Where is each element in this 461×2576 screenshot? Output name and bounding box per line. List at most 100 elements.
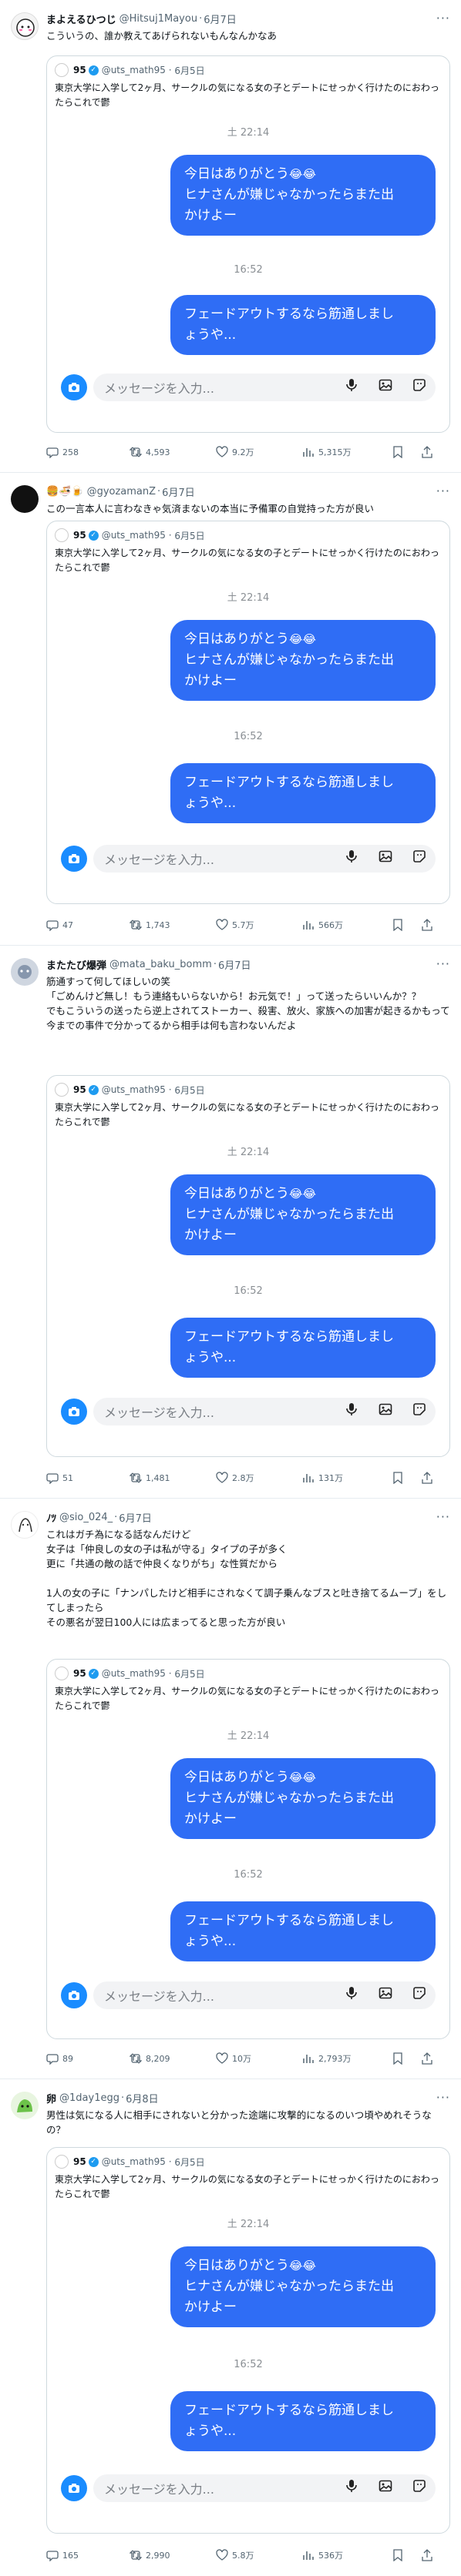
- avatar[interactable]: [11, 12, 39, 40]
- views-button[interactable]: 2,793万: [302, 2052, 385, 2065]
- tweet-text: こういうの、誰か教えてあげられないもんなんかなあ: [46, 30, 278, 42]
- retweet-button[interactable]: 4,593: [130, 446, 216, 458]
- share-icon[interactable]: [421, 1472, 433, 1484]
- tweet[interactable]: まよえるひつじ @Hitsuj1Mayou · 6月7日 ··· こういうの、誰…: [0, 0, 461, 473]
- retweet-count: 8,209: [146, 2053, 170, 2064]
- timeline: まよえるひつじ @Hitsuj1Mayou · 6月7日 ··· こういうの、誰…: [0, 0, 461, 2575]
- avatar[interactable]: [11, 958, 39, 986]
- tweet[interactable]: ﾉﾂ @sio_024_ · 6月7日 ··· これはガチ為になる話なんだけど …: [0, 1499, 461, 2079]
- retweet-button[interactable]: 1,481: [130, 1472, 216, 1484]
- display-name[interactable]: またたび爆弾: [46, 957, 106, 972]
- quoted-display-name: 95: [73, 65, 86, 75]
- avatar[interactable]: [11, 485, 39, 513]
- quoted-tweet[interactable]: 95 ✓ @uts_math95 · 6月5日 東京大学に入学して2ヶ月、サーク…: [46, 2147, 450, 2534]
- share-icon[interactable]: [421, 919, 433, 931]
- chat-timestamp: 16:52: [234, 731, 263, 742]
- reply-icon: [46, 2551, 59, 2561]
- avatar[interactable]: [11, 2092, 39, 2119]
- quoted-text: 東京大学に入学して2ヶ月、サークルの気になる女の子とデートにせっかく行けたのにお…: [55, 1686, 439, 1711]
- reply-count: 258: [62, 447, 79, 457]
- like-button[interactable]: 10万: [216, 2052, 302, 2065]
- share-icon[interactable]: [421, 2052, 433, 2065]
- avatar[interactable]: [11, 1511, 39, 1539]
- bubble-line: ヒナさんが嫌じゃなかったらまた出: [184, 652, 394, 668]
- bubble-line: かけよー: [184, 2300, 237, 2315]
- user-handle[interactable]: @Hitsuj1Mayou: [119, 13, 197, 25]
- quoted-avatar: [55, 2155, 69, 2169]
- like-button[interactable]: 9.2万: [216, 446, 302, 458]
- reply-button[interactable]: 47: [46, 919, 130, 931]
- separator-dot: ·: [213, 958, 217, 970]
- reply-button[interactable]: 165: [46, 2549, 130, 2561]
- view-count: 536万: [318, 2551, 343, 2561]
- display-name[interactable]: 🍔🍜🍺: [46, 486, 84, 497]
- bookmark-icon[interactable]: [392, 919, 404, 931]
- post-date[interactable]: 6月7日: [119, 1510, 152, 1525]
- post-date[interactable]: 6月7日: [162, 484, 195, 499]
- bubble-line: ょうや...: [184, 1934, 237, 1949]
- post-date[interactable]: 6月7日: [218, 957, 251, 972]
- retweet-button[interactable]: 1,743: [130, 919, 216, 931]
- reply-button[interactable]: 51: [46, 1472, 130, 1484]
- user-handle[interactable]: @1day1egg: [59, 2092, 119, 2104]
- quoted-tweet[interactable]: 95 ✓ @uts_math95 · 6月5日 東京大学に入学して2ヶ月、サーク…: [46, 1659, 450, 2039]
- like-button[interactable]: 5.7万: [216, 919, 302, 931]
- reply-button[interactable]: 258: [46, 446, 130, 458]
- tweet[interactable]: 🍔🍜🍺 @gyozamanZ · 6月7日 ··· この一言本人に言わなきゃ気済…: [0, 473, 461, 946]
- like-button[interactable]: 5.8万: [216, 2549, 302, 2561]
- tweet[interactable]: またたび爆弾 @mata_baku_bomm · 6月7日 ··· 筋通すって何…: [0, 946, 461, 1499]
- bookmark-icon[interactable]: [392, 2052, 404, 2065]
- user-handle[interactable]: @sio_024_: [59, 1512, 113, 1523]
- views-button[interactable]: 131万: [302, 1472, 385, 1484]
- heart-icon: [216, 446, 228, 457]
- more-options-icon[interactable]: ···: [436, 484, 450, 498]
- reply-button[interactable]: 89: [46, 2052, 130, 2065]
- post-date[interactable]: 6月7日: [204, 12, 237, 26]
- post-date[interactable]: 6月8日: [126, 2091, 159, 2105]
- more-options-icon[interactable]: ···: [436, 2090, 450, 2105]
- quoted-handle: @uts_math95: [101, 1084, 166, 1095]
- share-icon[interactable]: [421, 2549, 433, 2561]
- views-button[interactable]: 536万: [302, 2549, 385, 2561]
- quoted-handle: @uts_math95: [101, 65, 166, 75]
- chat-screenshot: 土 22:14 今日はありがとう😂😂 ヒナさんが嫌じゃなかったらまた出 かけよー…: [55, 1130, 442, 1445]
- chat-bubble: フェードアウトするなら筋通しまし ょうや...: [170, 2391, 436, 2451]
- microphone-icon: [346, 850, 357, 863]
- retweet-button[interactable]: 2,990: [130, 2549, 216, 2561]
- share-icon[interactable]: [421, 446, 433, 458]
- bookmark-icon[interactable]: [392, 1472, 404, 1484]
- reply-icon: [46, 1473, 59, 1484]
- quoted-tweet[interactable]: 95 ✓ @uts_math95 · 6月5日 東京大学に入学して2ヶ月、サーク…: [46, 1075, 450, 1457]
- more-options-icon[interactable]: ···: [436, 1509, 450, 1524]
- bubble-line: ょうや...: [184, 327, 237, 343]
- like-button[interactable]: 2.8万: [216, 1472, 302, 1484]
- bubble-line: 今日はありがとう: [184, 2258, 289, 2273]
- user-handle[interactable]: @mata_baku_bomm: [109, 959, 212, 970]
- quoted-tweet[interactable]: 95 ✓ @uts_math95 · 6月5日 東京大学に入学して2ヶ月、サーク…: [46, 521, 450, 904]
- verified-badge-icon: ✓: [88, 530, 99, 541]
- display-name[interactable]: ﾉﾂ: [46, 1510, 56, 1525]
- display-name[interactable]: 卵: [46, 2091, 56, 2105]
- bookmark-icon[interactable]: [392, 2549, 404, 2561]
- bookmark-icon[interactable]: [392, 446, 404, 458]
- chat-timestamp: 土 22:14: [227, 592, 270, 604]
- quoted-display-name: 95: [73, 1668, 86, 1679]
- quoted-date: 6月5日: [174, 65, 205, 76]
- more-options-icon[interactable]: ···: [436, 11, 450, 25]
- more-options-icon[interactable]: ···: [436, 956, 450, 971]
- views-button[interactable]: 566万: [302, 919, 385, 931]
- laughing-crying-emoji-icon: 😂😂: [289, 632, 317, 646]
- tweet[interactable]: 卵 @1day1egg · 6月8日 ··· 男性は気になる人に相手にされないと…: [0, 2079, 461, 2575]
- view-count: 566万: [318, 920, 343, 930]
- heart-icon: [216, 2052, 228, 2064]
- quoted-display-name: 95: [73, 530, 86, 541]
- chat-screenshot: 土 22:14 今日はありがとう😂😂 ヒナさんが嫌じゃなかったらまた出 かけよー…: [55, 575, 442, 891]
- verified-badge-icon: ✓: [88, 1084, 99, 1095]
- quoted-tweet[interactable]: 95 ✓ @uts_math95 · 6月5日 東京大学に入学して2ヶ月、サーク…: [46, 55, 450, 433]
- views-button[interactable]: 5,315万: [302, 446, 385, 458]
- chat-bubble: フェードアウトするなら筋通しまし ょうや...: [170, 1901, 436, 1961]
- retweet-button[interactable]: 8,209: [130, 2052, 216, 2065]
- display-name[interactable]: まよえるひつじ: [46, 12, 116, 26]
- bubble-line: ヒナさんが嫌じゃなかったらまた出: [184, 187, 394, 203]
- user-handle[interactable]: @gyozamanZ: [87, 486, 156, 497]
